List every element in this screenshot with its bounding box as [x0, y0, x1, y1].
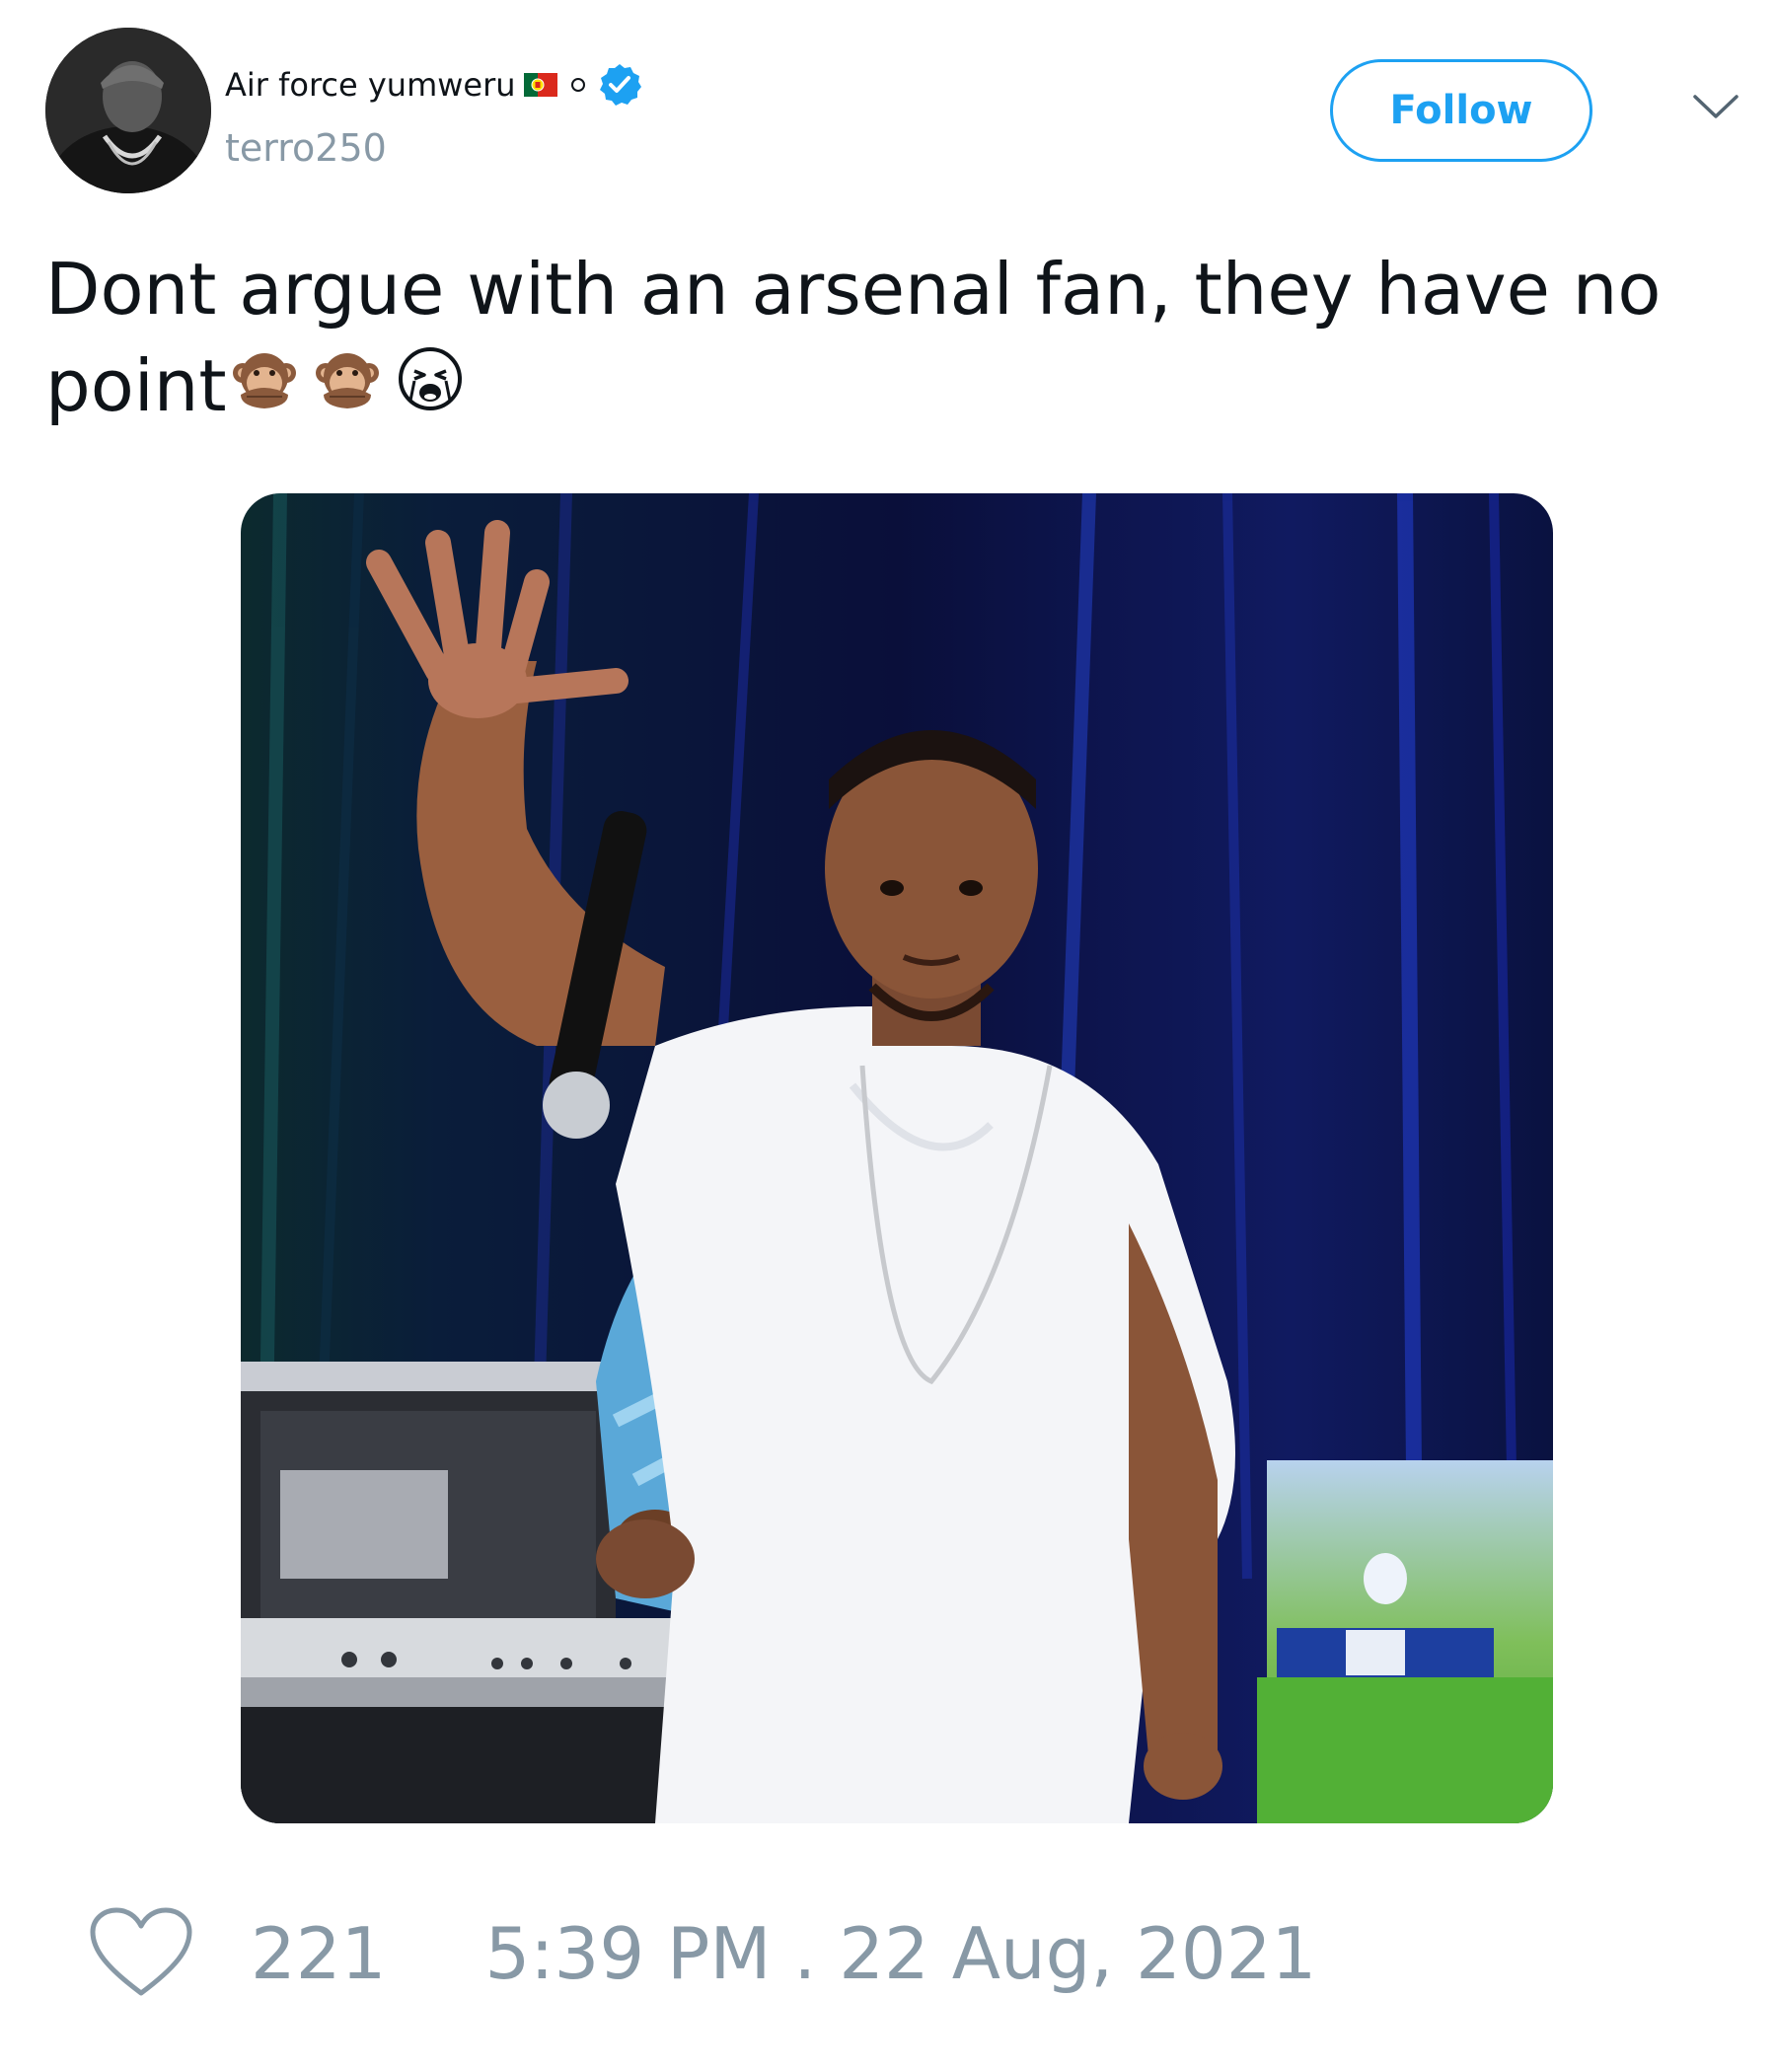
avatar[interactable] — [45, 28, 211, 193]
loudly-crying-face-icon — [393, 341, 468, 416]
author-handle[interactable]: terro250 — [225, 126, 387, 170]
author-name-row[interactable]: Air force yumweru — [225, 57, 642, 112]
tweet-photo[interactable] — [241, 493, 1553, 1823]
follow-button[interactable]: Follow — [1330, 59, 1592, 162]
speak-no-evil-monkey-icon — [227, 341, 302, 416]
circle-symbol — [570, 78, 585, 92]
tweet-timestamp[interactable]: 5:39 PM . 22 Aug, 2021 — [484, 1912, 1316, 1995]
chevron-down-icon[interactable] — [1691, 89, 1740, 124]
tweet-card: Air force yumweru terro250 Follow Dont a… — [0, 0, 1776, 2072]
emoji-group — [227, 341, 468, 416]
portugal-flag-icon — [523, 73, 557, 97]
author-display-name[interactable]: Air force yumweru — [225, 66, 516, 104]
tweet-text: Dont argue with an arsenal fan, they hav… — [45, 241, 1683, 434]
heart-icon[interactable] — [87, 1906, 195, 2001]
like-count[interactable]: 221 — [251, 1912, 386, 1995]
speak-no-evil-monkey-icon — [310, 341, 385, 416]
verified-badge-icon — [597, 62, 642, 108]
tweet-footer: 221 5:39 PM . 22 Aug, 2021 — [87, 1904, 1316, 2003]
